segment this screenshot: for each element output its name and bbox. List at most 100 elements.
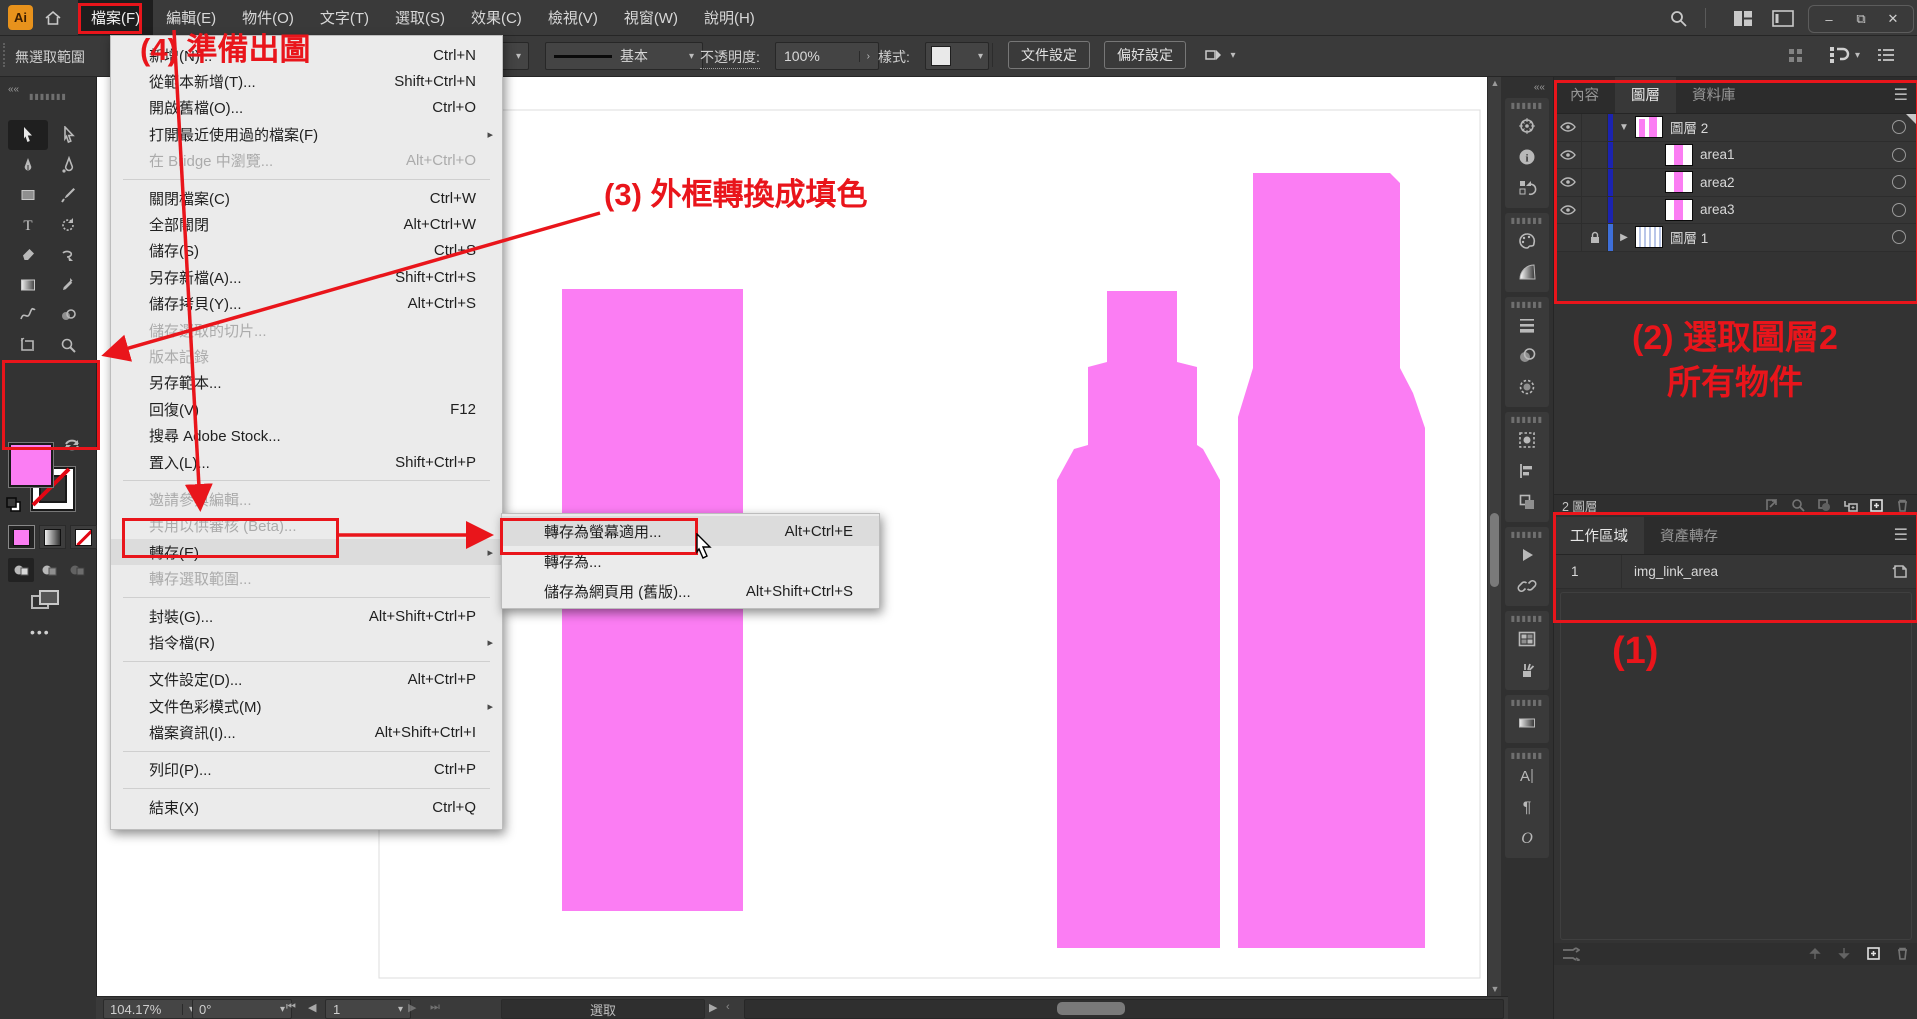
layer-target-icon[interactable] [1892, 230, 1906, 244]
layer-name[interactable]: 圖層 1 [1670, 227, 1708, 247]
menu-item[interactable]: 封裝(G)...Alt+Shift+Ctrl+P [111, 603, 502, 629]
menu-item[interactable]: 文件色彩模式(M)▸ [111, 693, 502, 719]
visibility-eye-icon[interactable] [1554, 114, 1582, 141]
color-fill-button[interactable] [8, 525, 35, 549]
menubar-item-v[interactable]: 檢視(V) [535, 0, 611, 35]
layer-name[interactable]: area1 [1700, 147, 1735, 162]
menubar-item-o[interactable]: 物件(O) [229, 0, 307, 35]
collapse-dock-icon[interactable]: «« [1501, 76, 1553, 93]
screen-mode-icon[interactable] [30, 588, 60, 614]
first-artboard-icon[interactable]: ⏮ [286, 1001, 296, 1014]
stroke-panel-icon[interactable] [1505, 309, 1549, 340]
artboard-page-icon[interactable] [1891, 564, 1908, 579]
dock-group-grip[interactable]: ▮▮▮▮▮▮ [1505, 415, 1549, 424]
menu-item[interactable]: 新增(N)...Ctrl+N [111, 42, 502, 68]
workspace-switcher-icon[interactable] [1732, 8, 1754, 28]
dock-group-grip[interactable]: ▮▮▮▮▮▮ [1505, 216, 1549, 225]
menu-item[interactable]: 儲存(S)Ctrl+S [111, 238, 502, 264]
version-history-panel-icon[interactable] [1505, 172, 1549, 203]
rotation-select[interactable]: 0° ▾ [192, 999, 292, 1019]
collect-for-export-icon[interactable] [1765, 498, 1780, 513]
dock-group-grip[interactable]: ▮▮▮▮▮▮ [1505, 300, 1549, 309]
visibility-eye-icon[interactable] [1554, 169, 1582, 196]
menu-item[interactable]: 另存新檔(A)...Shift+Ctrl+S [111, 264, 502, 290]
snap-options-icon[interactable]: ▾ [1822, 44, 1866, 66]
panel-menu-icon[interactable]: ☰ [1894, 85, 1917, 105]
opentype-panel-icon[interactable]: O [1505, 822, 1549, 853]
menu-item[interactable]: 在 Bridge 中瀏覽...Alt+Ctrl+O [111, 148, 502, 174]
draw-normal-icon[interactable] [8, 558, 34, 582]
horizontal-scroll-thumb[interactable] [1057, 1002, 1125, 1015]
color-guide-panel-icon[interactable] [1505, 256, 1549, 287]
type-tool-icon[interactable]: T [8, 210, 48, 240]
status-expand-icon[interactable]: ▶ [709, 1001, 717, 1014]
draw-inside-icon[interactable] [64, 558, 90, 582]
menu-item[interactable]: 列印(P)...Ctrl+P [111, 757, 502, 783]
menubar-item-e[interactable]: 編輯(E) [153, 0, 229, 35]
hscroll-left-icon[interactable]: ‹ [726, 1001, 730, 1013]
vertical-scrollbar[interactable]: ▲ ▼ [1487, 76, 1502, 996]
reorder-artboards-icon[interactable] [1562, 947, 1580, 961]
locate-object-icon[interactable] [1791, 498, 1806, 513]
eraser-tool-icon[interactable] [8, 240, 48, 270]
dock-group-grip[interactable]: ▮▮▮▮▮▮ [1505, 698, 1549, 707]
menu-item[interactable]: 轉存選取範圍... [111, 565, 502, 591]
rotate-tool-icon[interactable] [48, 210, 88, 240]
gradient-fill-button[interactable] [39, 525, 66, 549]
layer-row-area2[interactable]: area2 [1554, 169, 1917, 197]
layer-name[interactable]: 圖層 2 [1670, 117, 1708, 137]
align-panel-icon[interactable] [1505, 455, 1549, 486]
artboard-row[interactable]: 1 img_link_area [1554, 555, 1917, 589]
move-down-icon[interactable] [1837, 946, 1852, 961]
color-panel-icon[interactable] [1505, 225, 1549, 256]
layer-target-icon[interactable] [1892, 148, 1906, 162]
menu-item[interactable]: 儲存選取的切片... [111, 317, 502, 343]
menubar-item-h[interactable]: 說明(H) [691, 0, 768, 35]
width-tool-icon[interactable] [8, 300, 48, 330]
menu-item[interactable]: 關閉檔案(C)Ctrl+W [111, 185, 502, 211]
new-layer-icon[interactable] [1869, 498, 1884, 513]
close-icon[interactable]: ✕ [1877, 11, 1909, 27]
selection-tool-icon[interactable] [8, 120, 48, 150]
opacity-field[interactable]: 100% › [775, 42, 879, 70]
layer-row-area3[interactable]: area3 [1554, 197, 1917, 225]
search-icon[interactable] [1666, 6, 1690, 30]
home-icon[interactable] [42, 7, 64, 29]
minimize-icon[interactable]: – [1813, 12, 1845, 27]
submenu-item[interactable]: 轉存為... [502, 546, 879, 576]
brushes-panel-icon[interactable] [1505, 654, 1549, 685]
lock-icon[interactable] [1582, 114, 1608, 141]
tab-artboards[interactable]: 工作區域 [1554, 517, 1644, 554]
menu-item[interactable]: 開啟舊檔(O)...Ctrl+O [111, 95, 502, 121]
layer-name[interactable]: area2 [1700, 175, 1735, 190]
edit-toolbar-icon[interactable]: ••• [30, 624, 51, 640]
vertical-scroll-thumb[interactable] [1490, 513, 1499, 587]
visibility-eye-icon[interactable] [1554, 224, 1582, 251]
prev-artboard-icon[interactable]: ◀ [308, 1001, 316, 1014]
gradient-tool-icon[interactable] [8, 270, 48, 300]
gradient-panel-icon[interactable] [1505, 371, 1549, 402]
dock-group-grip[interactable]: ▮▮▮▮▮▮ [1505, 101, 1549, 110]
layer-row-area1[interactable]: area1 [1554, 142, 1917, 170]
zoom-tool-icon[interactable] [48, 330, 88, 360]
horizontal-scrollbar[interactable] [744, 999, 1504, 1019]
rectangle-tool-icon[interactable] [8, 180, 48, 210]
lock-icon[interactable] [1582, 142, 1608, 169]
actions-panel-icon[interactable] [1505, 539, 1549, 570]
stroke-style-select[interactable]: 基本 ▾ [545, 42, 703, 70]
menubar-item-w[interactable]: 視窗(W) [611, 0, 691, 35]
paintbrush-tool-icon[interactable] [48, 180, 88, 210]
tab-layers[interactable]: 圖層 [1615, 76, 1676, 113]
grid-icon[interactable] [1786, 46, 1804, 64]
pathfinder-panel-icon[interactable] [1505, 486, 1549, 517]
scroll-up-icon[interactable]: ▲ [1488, 76, 1502, 90]
layer-list-empty[interactable] [1554, 252, 1917, 494]
menu-item[interactable]: 文件設定(D)...Alt+Ctrl+P [111, 667, 502, 693]
menu-item[interactable]: 共用以供審核 (Beta)... [111, 513, 502, 539]
artboard-list-empty[interactable] [1560, 592, 1912, 940]
layer-name[interactable]: area3 [1700, 202, 1735, 217]
list-options-icon[interactable] [1876, 46, 1896, 64]
submenu-item[interactable]: 儲存為網頁用 (舊版)...Alt+Shift+Ctrl+S [502, 576, 879, 606]
opacity-label[interactable]: 不透明度: [700, 47, 760, 69]
menubar-item-s[interactable]: 選取(S) [382, 0, 458, 35]
